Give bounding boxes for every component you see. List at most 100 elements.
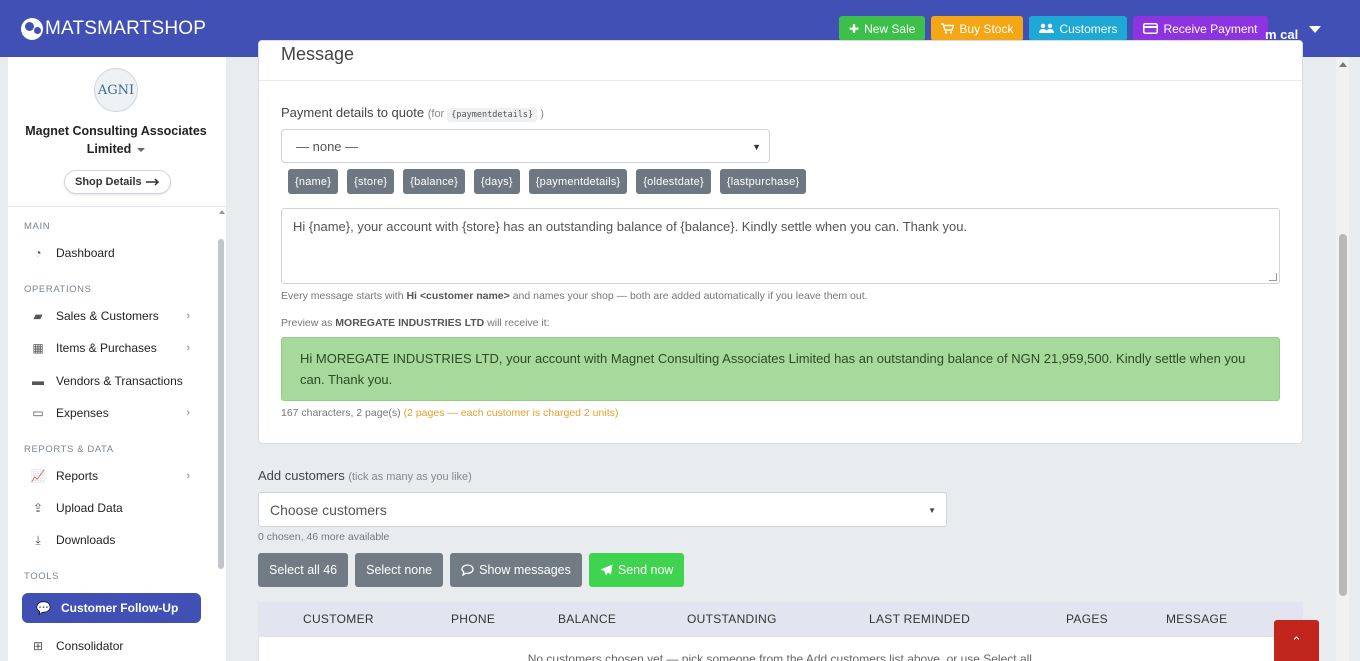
customers-select-placeholder: Choose customers: [270, 501, 387, 518]
upload-icon: ⇪: [32, 501, 44, 515]
tag-paymentdetails[interactable]: {paymentdetails}: [528, 169, 628, 194]
sidebar-item-upload-data[interactable]: ⇪ Upload Data: [30, 497, 190, 519]
customers-select[interactable]: Choose customers ▼: [258, 492, 947, 527]
character-counter: 167 characters, 2 page(s) (2 pages — eac…: [281, 407, 618, 419]
plus-icon: ✚: [849, 21, 860, 36]
column-last-reminded[interactable]: LAST REMINDED: [869, 612, 970, 626]
boxes-icon: ▦: [32, 341, 44, 355]
comment-dots-icon: 💬: [36, 601, 51, 615]
column-phone[interactable]: PHONE: [451, 612, 495, 626]
payment-details-label: Payment details to quote (for {paymentde…: [281, 105, 544, 122]
sidebar-item-label: Sales & Customers: [56, 309, 159, 323]
customers-button[interactable]: Customers: [1029, 16, 1128, 41]
shop-switcher[interactable]: Magnet Consulting Associates Limited: [8, 122, 224, 158]
divider: [259, 80, 1302, 81]
select-all-button[interactable]: Select all 46: [258, 553, 349, 587]
sidebar-item-sales-customers[interactable]: ▰ Sales & Customers ›: [30, 305, 190, 327]
scrollbar-thumb[interactable]: [1339, 234, 1347, 596]
column-balance[interactable]: BALANCE: [558, 612, 616, 626]
table-header: CUSTOMER PHONE BALANCE OUTSTANDING LAST …: [258, 602, 1303, 636]
sidebar-item-label: Consolidator: [56, 639, 124, 653]
brand-logo-icon: [21, 17, 43, 40]
message-help-text: Every message starts with Hi <customer n…: [281, 290, 868, 302]
payment-details-value: — none —: [296, 138, 359, 154]
show-messages-button[interactable]: Show messages: [450, 553, 582, 587]
message-text: Hi {name}, your account with {store} has…: [293, 219, 968, 234]
sidebar-item-items-purchases[interactable]: ▦ Items & Purchases ›: [30, 337, 190, 359]
payment-details-select[interactable]: — none — ▼: [281, 129, 770, 163]
resize-handle-icon[interactable]: [1269, 273, 1277, 281]
caret-down-icon: [137, 147, 146, 152]
sidebar-item-consolidator[interactable]: ⊞ Consolidator: [30, 635, 190, 657]
column-customer[interactable]: CUSTOMER: [303, 612, 374, 626]
message-preview: Hi MOREGATE INDUSTRIES LTD, your account…: [281, 337, 1280, 401]
sidebar-item-vendors-transactions[interactable]: ▬ Vendors & Transactions: [30, 370, 190, 392]
tag-balance[interactable]: {balance}: [403, 169, 465, 194]
sidebar-item-reports[interactable]: 📈 Reports ›: [30, 465, 190, 487]
preview-label: Preview as MOREGATE INDUSTRIES LTD will …: [281, 317, 550, 329]
preview-customer-name: MOREGATE INDUSTRIES LTD: [335, 317, 485, 329]
tag-store[interactable]: {store}: [347, 169, 395, 194]
show-messages-label: Show messages: [479, 563, 571, 577]
sidebar-item-label: Expenses: [56, 406, 109, 420]
tag-lastpurchase[interactable]: {lastpurchase}: [719, 169, 807, 194]
tag-days[interactable]: {days}: [473, 169, 520, 194]
divider: [8, 206, 226, 207]
help-text-2: and names your shop — both are added aut…: [512, 290, 868, 302]
sidebar-item-dashboard[interactable]: ◔ Dashboard: [30, 242, 190, 264]
new-sale-button[interactable]: ✚ New Sale: [839, 16, 926, 41]
select-none-button[interactable]: Select none: [355, 553, 444, 587]
message-textarea[interactable]: Hi {name}, your account with {store} has…: [281, 208, 1280, 284]
send-now-button[interactable]: Send now: [588, 553, 685, 587]
scrollbar-thumb[interactable]: [218, 239, 224, 569]
sidebar-item-label: Downloads: [56, 533, 116, 547]
sitemap-icon: ⊞: [32, 639, 44, 653]
brand[interactable]: MATSMARTSHOP: [21, 17, 206, 40]
sidebar: AGNI Magnet Consulting Associates Limite…: [8, 57, 226, 661]
caret-down-icon[interactable]: [1309, 26, 1321, 33]
page-scrollbar[interactable]: [1336, 57, 1349, 661]
chosen-count: 0 chosen, 46 more available: [258, 531, 390, 543]
download-icon: ⤓: [35, 532, 41, 547]
sidebar-item-label: Reports: [56, 469, 99, 483]
buy-stock-button[interactable]: Buy Stock: [931, 16, 1024, 41]
chevron-right-icon: ›: [186, 470, 190, 482]
column-message[interactable]: MESSAGE: [1166, 612, 1227, 626]
send-now-label: Send now: [617, 563, 674, 577]
chevron-right-icon: ›: [186, 310, 190, 322]
sidebar-item-label: Customer Follow-Up: [60, 601, 179, 615]
column-outstanding[interactable]: OUTSTANDING: [687, 612, 777, 626]
sidebar-item-downloads[interactable]: ⤓ Downloads: [30, 529, 190, 551]
scroll-up-arrow-icon[interactable]: [219, 210, 225, 214]
empty-table-message: No customers chosen yet — pick someone f…: [527, 652, 1036, 661]
caret-down-icon: ▼: [928, 506, 936, 515]
comment-icon: [461, 564, 474, 576]
chevron-right-icon: ›: [186, 342, 190, 354]
section-operations: OPERATIONS: [24, 284, 92, 295]
users-icon: [1039, 23, 1055, 33]
shop-details-label: Shop Details: [75, 176, 142, 188]
column-pages[interactable]: PAGES: [1066, 612, 1108, 626]
shopping-bag-icon: ▰: [33, 309, 43, 323]
sidebar-item-customer-follow-up[interactable]: 💬 Customer Follow-Up: [22, 593, 201, 623]
shop-details-button[interactable]: Shop Details: [64, 170, 171, 194]
character-count: 167 characters, 2 page(s): [281, 407, 401, 419]
tag-name[interactable]: {name}: [288, 169, 339, 194]
back-to-top-button[interactable]: ⌃: [1274, 620, 1319, 661]
cart-icon: [941, 23, 955, 34]
preview-prefix: Preview as: [281, 317, 333, 329]
sidebar-item-label: Dashboard: [56, 246, 115, 260]
add-customers-hint: (tick as many as you like): [348, 471, 472, 483]
section-main: MAIN: [24, 221, 51, 232]
line-chart-icon: 📈: [30, 469, 46, 483]
receive-payment-button[interactable]: Receive Payment: [1133, 16, 1268, 41]
paper-plane-icon: [600, 564, 613, 576]
sidebar-item-expenses[interactable]: ▭ Expenses ›: [30, 402, 190, 424]
scroll-up-arrow-icon[interactable]: [1339, 62, 1347, 67]
add-customers-label-text: Add customers: [258, 468, 345, 483]
tag-oldestdate[interactable]: {oldestdate}: [636, 169, 711, 194]
section-tools: TOOLS: [24, 571, 60, 582]
sidebar-scrollbar[interactable]: [216, 207, 226, 661]
credit-card-icon: [1143, 23, 1159, 34]
chevron-down-icon: ▼: [752, 142, 761, 152]
